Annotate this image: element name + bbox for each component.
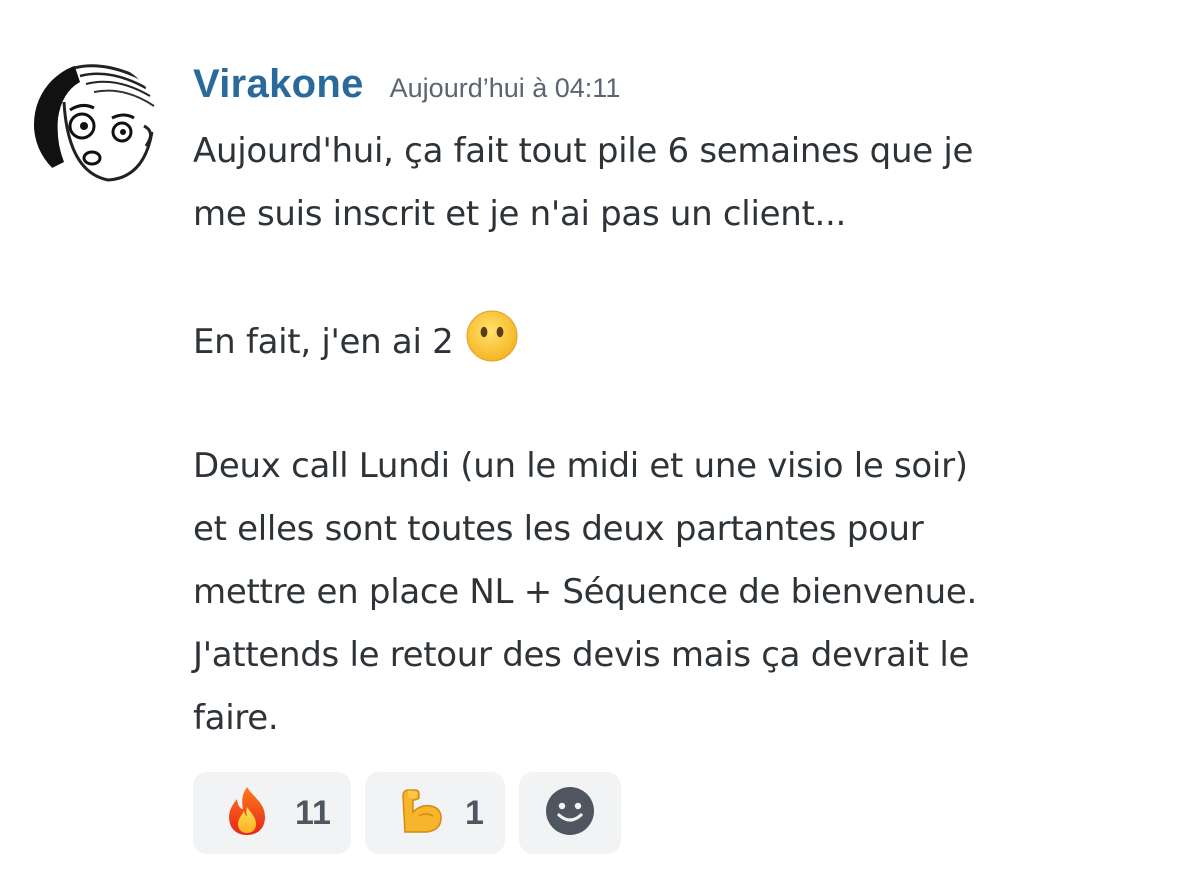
message-line-with-emoji: En fait, j'en ai 2 — [193, 309, 1153, 372]
add-reaction-icon — [544, 785, 596, 841]
timestamp[interactable]: Aujourd’hui à 04:11 — [390, 73, 621, 104]
message-line: me suis inscrit et je n'ai pas un client… — [193, 194, 847, 234]
message-line: Aujourd'hui, ça fait tout pile 6 semaine… — [193, 131, 974, 171]
message-line: Deux call Lundi (un le midi et une visio… — [193, 446, 968, 486]
reaction-count: 11 — [295, 793, 331, 832]
reactions-bar: 11 1 — [193, 772, 621, 854]
username[interactable]: Virakone — [193, 62, 364, 107]
chat-message: Virakone Aujourd’hui à 04:11 Aujourd'hui… — [0, 0, 1179, 895]
face-without-mouth-emoji[interactable] — [465, 309, 519, 384]
flexed-biceps-emoji — [395, 786, 445, 840]
message-header: Virakone Aujourd’hui à 04:11 — [193, 62, 620, 118]
message-line: J'attends le retour des devis mais ça de… — [193, 635, 970, 675]
add-reaction-button[interactable] — [519, 772, 621, 854]
avatar-drawing — [34, 62, 158, 186]
message-line: mettre en place NL + Séquence de bienven… — [193, 572, 977, 612]
reaction-fire[interactable]: 11 — [193, 772, 351, 854]
message-line: et elles sont toutes les deux partantes … — [193, 509, 924, 549]
reaction-flexed-biceps[interactable]: 1 — [365, 772, 505, 854]
fire-emoji — [223, 785, 271, 841]
reaction-count: 1 — [465, 793, 484, 832]
message-line: faire. — [193, 698, 279, 738]
avatar[interactable] — [34, 62, 158, 186]
message-line: En fait, j'en ai 2 — [193, 322, 454, 362]
message-content: Aujourd'hui, ça fait tout pile 6 semaine… — [193, 120, 1153, 750]
